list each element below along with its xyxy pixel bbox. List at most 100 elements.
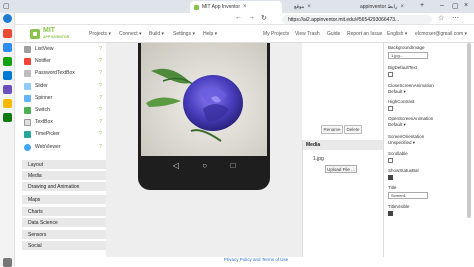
delete-button[interactable]: Delete [344,125,362,134]
close-screen-animation-select[interactable]: Default ▾ [388,89,406,95]
big-default-text-checkbox[interactable] [388,72,393,77]
open-screen-animation-select[interactable]: Default ▾ [388,122,406,128]
help-icon[interactable]: ? [99,119,102,125]
palette-item-slider[interactable]: Slider? [22,81,106,91]
password-icon [24,69,31,77]
category-media[interactable]: Media [22,170,106,180]
palette-item-textbox[interactable]: TextBox? [22,117,106,127]
help-icon[interactable]: ? [99,70,102,76]
sidebar-app-icon[interactable] [3,85,12,94]
palette-item-passwordtextbox[interactable]: PasswordTextBox? [22,68,106,78]
palette-item-label: Slider [35,83,48,89]
palette-item-label: WebViewer [35,144,61,150]
palette-item-switch[interactable]: Switch? [22,105,106,115]
back-icon[interactable]: ← [235,14,242,21]
help-icon[interactable]: ? [99,131,102,137]
prop-high-contrast-label: HighContrast [388,99,415,104]
scrollbar[interactable] [467,43,471,218]
show-status-bar-checkbox[interactable] [388,175,393,180]
menu-help[interactable]: Help ▾ [203,31,217,37]
link-guide[interactable]: Guide [327,31,340,37]
forward-icon[interactable]: → [248,14,255,21]
recents-nav-icon[interactable]: □ [230,161,235,170]
scrollable-checkbox[interactable] [388,158,393,163]
footer-privacy-link[interactable]: Privacy Policy and Terms of Use [106,257,406,266]
sidebar-app-icon[interactable] [3,57,12,66]
browser-toolbar: ← → ↻ https://ai2.appinventor.mit.edu/#5… [0,13,474,25]
language-select[interactable]: English ▾ [387,31,407,37]
app-inventor-logo[interactable]: MIT APP INVENTOR [29,27,85,41]
star-icon[interactable]: ☆ [438,14,444,22]
close-window-icon[interactable]: × [464,2,468,9]
prop-close-screen-animation-label: CloseScreenAnimation [388,83,434,88]
tab-site[interactable]: موقع × [290,1,350,13]
palette-item-timepicker[interactable]: TimePicker? [22,129,106,139]
help-icon[interactable]: ? [99,107,102,113]
tab-favicon-icon [194,4,199,10]
bing-icon[interactable] [3,14,12,23]
title-visible-checkbox[interactable] [388,211,393,216]
sidebar-app-icon[interactable] [3,113,12,122]
palette-item-listview[interactable]: ListView? [22,44,106,54]
menu-connect[interactable]: Connect ▾ [119,31,142,37]
menu-build[interactable]: Build ▾ [149,31,164,37]
category-sensors[interactable]: Sensors [22,229,106,239]
palette-panel: ListView? Notifier? PasswordTextBox? Sli… [22,43,106,257]
sidebar-app-icon[interactable] [3,71,12,80]
home-nav-icon[interactable]: ○ [202,161,207,170]
back-nav-icon[interactable]: ◁ [173,161,179,170]
logo-subtitle: APP INVENTOR [43,35,70,39]
category-social[interactable]: Social [22,240,106,250]
upload-file-button[interactable]: Upload File ... [325,165,357,173]
tab-app-inventor[interactable]: MIT App Inventor × [190,1,282,13]
rename-button[interactable]: Rename [321,125,343,134]
media-file[interactable]: 1.jpg [313,156,324,162]
extensions-icon[interactable]: ⋯ [452,14,459,22]
category-layout[interactable]: Layout [22,159,106,169]
close-icon[interactable]: × [307,4,311,10]
browser-sidebar [0,13,15,267]
prop-background-image-label: BackgroundImage [388,45,425,50]
high-contrast-checkbox[interactable] [388,106,393,111]
menu-settings[interactable]: Settings ▾ [173,31,195,37]
properties-panel: BackgroundImage 1.jpg... BigDefaultText … [383,43,459,257]
help-icon[interactable]: ? [99,95,102,101]
sidebar-app-icon[interactable] [3,99,12,108]
background-image-picker[interactable]: 1.jpg... [388,52,428,59]
tab-appinventor-link[interactable]: appinventor رابط × [356,1,416,13]
sidebar-app-icon[interactable] [3,29,12,38]
account-menu[interactable]: elcmoser@gmail.com ▾ [415,31,467,37]
screen-orientation-select[interactable]: Unspecified ▾ [388,140,415,146]
palette-item-label: TextBox [35,119,53,125]
help-icon[interactable]: ? [99,83,102,89]
browser-menu-icon[interactable]: ▢ [3,2,10,10]
address-bar[interactable]: https://ai2.appinventor.mit.edu/#5654293… [282,15,432,24]
palette-item-label: Spinner [35,95,53,101]
palette-item-spinner[interactable]: Spinner? [22,93,106,103]
slider-icon [24,82,31,90]
palette-item-notifier[interactable]: Notifier? [22,56,106,66]
palette-item-webviewer[interactable]: WebViewer? [22,142,106,152]
close-icon[interactable]: × [243,4,247,10]
minimize-icon[interactable]: – [440,2,444,9]
palette-item-label: PasswordTextBox [35,70,75,76]
screen-background-image[interactable] [141,43,267,156]
help-icon[interactable]: ? [99,58,102,64]
globe-icon [24,143,31,151]
category-data-science[interactable]: Data Science [22,217,106,227]
link-report-issue[interactable]: Report an Issue [347,31,382,37]
category-drawing-animation[interactable]: Drawing and Animation [22,181,106,191]
maximize-icon[interactable]: ▢ [452,2,459,10]
menu-projects[interactable]: Projects ▾ [89,31,111,37]
sidebar-app-icon[interactable] [3,43,12,52]
help-icon[interactable]: ? [99,46,102,52]
title-input[interactable]: Screen1 [388,192,428,199]
category-charts[interactable]: Charts [22,206,106,216]
category-maps[interactable]: Maps [22,194,106,204]
link-view-trash[interactable]: View Trash [295,31,320,37]
link-my-projects[interactable]: My Projects [263,31,289,37]
reload-icon[interactable]: ↻ [261,14,267,22]
close-icon[interactable]: × [400,4,404,10]
new-tab-icon[interactable]: + [420,2,424,9]
help-icon[interactable]: ? [99,144,102,150]
